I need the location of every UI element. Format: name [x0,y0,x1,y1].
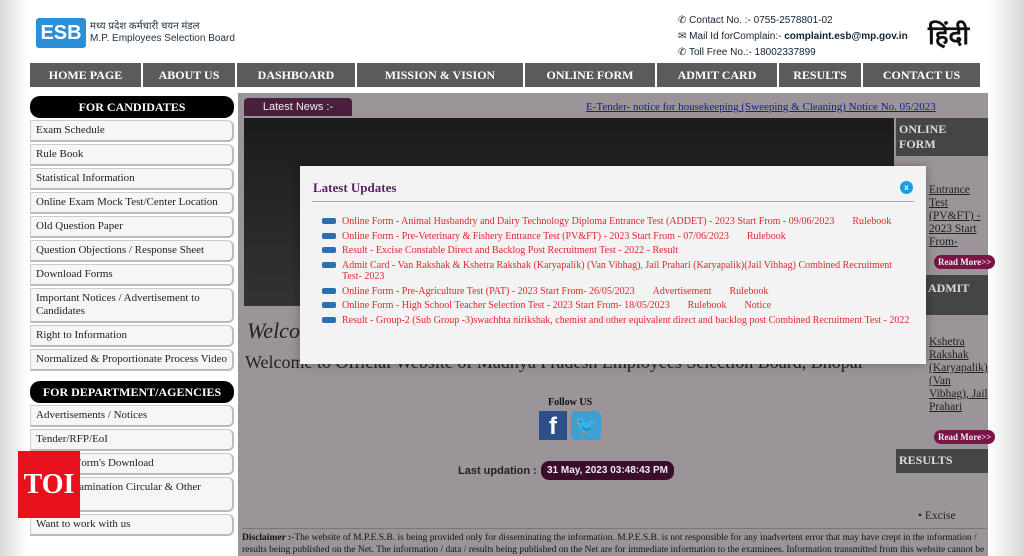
nav-online-form[interactable]: ONLINE FORM [525,63,657,87]
esb-bullet-icon [322,247,336,253]
update-sublink[interactable]: Advertisement [653,286,712,297]
nav-contact[interactable]: CONTACT US [863,63,982,87]
update-sublink[interactable]: Notice [745,300,772,311]
update-sublink[interactable]: Rulebook [729,286,768,297]
modal-title: Latest Updates [313,180,397,195]
facebook-icon[interactable]: f [539,411,567,440]
last-updation-value: 31 May, 2023 03:48:43 PM [541,461,675,480]
update-text[interactable]: Online Form - Pre-Veterinary & Fishery E… [342,231,729,242]
esb-logo-mark: ESB [36,18,86,48]
latest-news-label: Latest News :- [244,98,352,116]
update-sublink[interactable]: Rulebook [747,231,786,242]
update-text[interactable]: Online Form - Animal Husbandry and Dairy… [342,216,834,227]
update-text[interactable]: Online Form - High School Teacher Select… [342,300,670,311]
toi-watermark-logo: TOI [18,451,80,518]
update-link[interactable]: Result - Group-2 (Sub Group -3)swachhta … [342,315,909,327]
sidebar-item[interactable]: Tender/RFP/EoI [30,429,234,451]
update-item[interactable]: Online Form - Animal Husbandry and Dairy… [322,216,912,228]
update-item[interactable]: Online Form - Pre-Agriculture Test (PAT)… [322,286,912,298]
update-text[interactable]: Result - Group-2 (Sub Group -3)swachhta … [342,315,909,326]
update-item[interactable]: Online Form - Pre-Veterinary & Fishery E… [322,231,912,243]
contact-info: ✆ Contact No. :- 0755-2578801-02 ✉ Mail … [678,13,908,61]
nav-about[interactable]: ABOUT US [143,63,237,87]
update-item[interactable]: Online Form - High School Teacher Select… [322,300,912,312]
read-more-button[interactable]: Read More>> [934,430,996,444]
update-link[interactable]: Online Form - High School Teacher Select… [342,300,771,312]
sidebar-item[interactable]: Advertisements / Notices [30,405,234,427]
dept-heading: FOR DEPARTMENT/AGENCIES [30,381,234,403]
sidebar-item[interactable]: Statistical Information [30,168,234,190]
update-text[interactable]: Online Form - Pre-Agriculture Test (PAT)… [342,286,635,297]
nav-admit-card[interactable]: ADMIT CARD [657,63,779,87]
mail-label: Mail Id forComplain:- [689,31,782,42]
update-link[interactable]: Result - Excise Constable Direct and Bac… [342,245,678,257]
sidebar-item[interactable]: Normalized & Proportionate Process Video [30,349,234,371]
main-nav: HOME PAGE ABOUT US DASHBOARD MISSION & V… [30,63,982,87]
sidebar-item[interactable]: Rule Book [30,144,234,166]
updates-list: Online Form - Animal Husbandry and Dairy… [322,216,912,329]
esb-bullet-icon [322,302,336,308]
sidebar-item[interactable]: Question Objections / Response Sheet [30,240,234,262]
sidebar-item[interactable]: Online Exam Mock Test/Center Location [30,192,234,214]
results-item-text: Excise [924,510,956,522]
latest-updates-modal: Latest Updates x Online Form - Animal Hu… [300,166,926,364]
phone-icon: ✆ [678,47,689,58]
contact-number: Contact No. :- 0755-2578801-02 [689,15,833,26]
sidebar-item[interactable]: Exam Schedule [30,120,234,142]
sidebar-item[interactable]: Right to Information [30,325,234,347]
toll-free: Toll Free No.:- 18002337899 [688,47,816,58]
page-shadow-right [988,0,1024,556]
hindi-language-link[interactable]: हिंदी [928,16,969,52]
complaint-email[interactable]: complaint.esb@mp.gov.in [784,31,907,42]
update-link[interactable]: Online Form - Pre-Veterinary & Fishery E… [342,231,786,243]
news-ticker-link[interactable]: E-Tender- notice for housekeeping (Sweep… [586,101,936,113]
esb-bullet-icon [322,261,336,268]
follow-us-label: Follow US [548,397,593,408]
nav-dashboard[interactable]: DASHBOARD [237,63,357,87]
candidates-heading: FOR CANDIDATES [30,96,234,118]
update-link[interactable]: Admit Card - Van Rakshak & Kshetra Raksh… [342,260,912,283]
divider [312,201,914,202]
sidebar-item[interactable]: Download Forms [30,264,234,286]
results-heading: RESULTS [896,449,988,473]
update-sublink[interactable]: Rulebook [688,300,727,311]
nav-home[interactable]: HOME PAGE [30,63,143,87]
update-sublink[interactable]: Rulebook [852,216,891,227]
mail-icon: ✉ [678,31,690,42]
update-link[interactable]: Online Form - Animal Husbandry and Dairy… [342,216,891,228]
update-link[interactable]: Online Form - Pre-Agriculture Test (PAT)… [342,286,768,298]
disclaimer-label: Disclaimer :- [242,533,295,543]
nav-results[interactable]: RESULTS [779,63,863,87]
close-icon[interactable]: x [900,181,913,194]
sidebar-item[interactable]: Old Question Paper [30,216,234,238]
update-text[interactable]: Admit Card - Van Rakshak & Kshetra Raksh… [342,260,892,283]
read-more-button[interactable]: Read More>> [934,255,996,269]
logo-english: M.P. Employees Selection Board [90,33,235,44]
sidebar-item[interactable]: Important Notices / Advertisement to Can… [30,288,234,323]
last-updation-label: Last updation : [458,465,537,477]
disclaimer-text: The website of M.P.E.S.B. is being provi… [242,533,985,555]
phone-icon: ✆ [678,15,690,26]
results-item[interactable]: • Excise [918,510,978,523]
esb-bullet-icon [322,232,336,239]
online-form-heading: ONLINE FORM [896,118,988,156]
update-item[interactable]: Admit Card - Van Rakshak & Kshetra Raksh… [322,260,912,283]
site-logo[interactable]: ESB मध्य प्रदेश कर्मचारी चयन मंडल M.P. Em… [36,18,235,48]
welcome-heading: Welco [247,318,300,343]
disclaimer: Disclaimer :-The website of M.P.E.S.B. i… [242,528,987,556]
twitter-icon[interactable]: 🐦 [571,411,601,440]
admit-card-link[interactable]: Kshetra Rakshak (Karyapalik) (Van Vibhag… [929,336,989,414]
nav-mission[interactable]: MISSION & VISION [357,63,525,87]
esb-bullet-icon [322,316,336,323]
update-text[interactable]: Result - Excise Constable Direct and Bac… [342,245,678,256]
esb-bullet-icon [322,287,336,294]
logo-hindi: मध्य प्रदेश कर्मचारी चयन मंडल [90,21,200,32]
update-item[interactable]: Result - Group-2 (Sub Group -3)swachhta … [322,315,912,327]
esb-bullet-icon [322,218,336,224]
update-item[interactable]: Result - Excise Constable Direct and Bac… [322,245,912,257]
online-form-link[interactable]: Entrance Test (PV&FT) - 2023 Start From- [929,184,989,249]
